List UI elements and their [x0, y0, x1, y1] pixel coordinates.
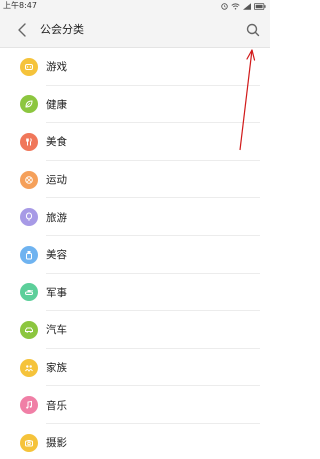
- category-label: 汽车: [46, 324, 67, 337]
- list-item-photography[interactable]: 摄影: [0, 424, 270, 459]
- header-bar: 公会分类: [0, 12, 270, 48]
- status-time: 上午8:47: [3, 1, 37, 10]
- list-item-cars[interactable]: 汽车: [0, 311, 270, 349]
- leaf-icon: [20, 95, 38, 114]
- back-button[interactable]: [14, 21, 32, 39]
- family-icon: [20, 358, 38, 377]
- list-item-military[interactable]: 军事: [0, 274, 270, 312]
- category-label: 美食: [46, 136, 67, 149]
- category-label: 游戏: [46, 61, 67, 74]
- signal-icon: [243, 2, 251, 10]
- search-button[interactable]: [244, 21, 262, 39]
- list-item-game[interactable]: 游戏: [0, 48, 270, 86]
- tank-icon: [20, 283, 38, 302]
- list-item-food[interactable]: 美食: [0, 123, 270, 161]
- balloon-icon: [20, 208, 38, 227]
- status-icons: [221, 0, 266, 12]
- category-label: 家族: [46, 362, 67, 375]
- gamepad-icon: [20, 57, 38, 76]
- category-label: 军事: [46, 286, 67, 299]
- search-icon: [246, 23, 260, 37]
- category-list: 游戏 健康 美食 运动 旅游 美容 军事 汽车 家族 音乐 摄影: [0, 48, 270, 459]
- ball-icon: [20, 170, 38, 189]
- category-label: 旅游: [46, 211, 67, 224]
- list-item-music[interactable]: 音乐: [0, 386, 270, 424]
- wifi-icon: [231, 2, 240, 9]
- list-item-beauty[interactable]: 美容: [0, 236, 270, 274]
- category-label: 摄影: [46, 437, 67, 450]
- list-item-family[interactable]: 家族: [0, 349, 270, 387]
- category-label: 运动: [46, 174, 67, 187]
- category-label: 音乐: [46, 399, 67, 412]
- utensils-icon: [20, 132, 38, 151]
- list-item-travel[interactable]: 旅游: [0, 198, 270, 236]
- category-label: 健康: [46, 98, 67, 111]
- category-label: 美容: [46, 249, 67, 262]
- chevron-left-icon: [18, 23, 26, 37]
- list-item-health[interactable]: 健康: [0, 86, 270, 124]
- page-title: 公会分类: [40, 23, 84, 36]
- bottle-icon: [20, 245, 38, 264]
- battery-icon: [254, 2, 266, 10]
- status-bar: 上午8:47: [0, 0, 270, 12]
- list-item-sports[interactable]: 运动: [0, 161, 270, 199]
- screen: 上午8:47 公会分类 游戏 健康 美食 运动 旅游 美容 军事 汽车 家族 音…: [0, 0, 270, 459]
- car-icon: [20, 320, 38, 339]
- alarm-icon: [221, 2, 228, 10]
- camera-icon: [20, 433, 38, 452]
- music-note-icon: [20, 396, 38, 415]
